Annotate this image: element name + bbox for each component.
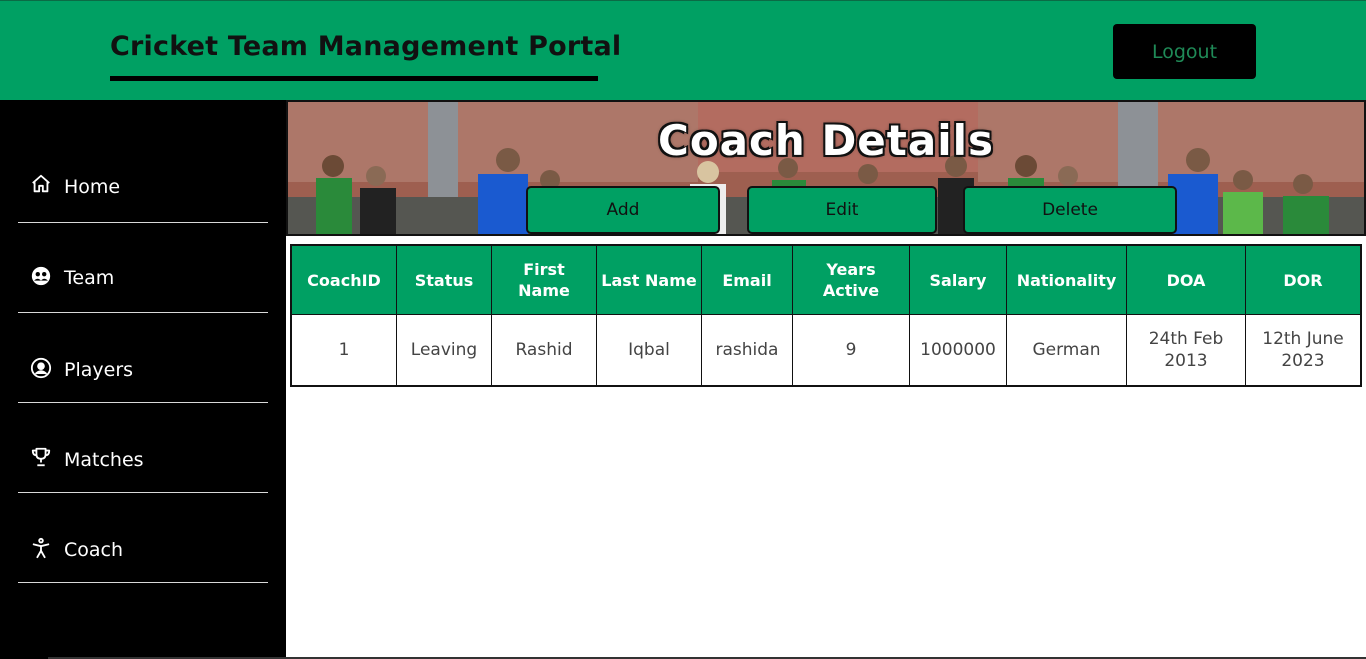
person-icon — [30, 537, 52, 559]
user-circle-icon — [30, 357, 52, 379]
logout-button[interactable]: Logout — [1113, 24, 1256, 79]
banner: Coach Details Add Edit Delete — [286, 100, 1366, 236]
sidebar-item-label: Team — [64, 267, 115, 289]
sidebar: Home Team Players Matches Coach — [0, 100, 286, 659]
banner-title: Coach Details — [658, 116, 994, 165]
column-header: First Name — [491, 244, 597, 315]
table-cell: 1 — [290, 314, 397, 387]
column-header: DOR — [1245, 244, 1362, 315]
trophy-icon — [30, 446, 52, 468]
table-cell: rashida — [701, 314, 793, 387]
sidebar-item-label: Players — [64, 359, 134, 381]
table-cell: 12th June 2023 — [1245, 314, 1362, 387]
table-cell: Leaving — [396, 314, 492, 387]
sidebar-item-label: Coach — [64, 539, 124, 561]
column-header: DOA — [1126, 244, 1246, 315]
table-row[interactable]: 1 Leaving Rashid Iqbal rashida 9 1000000… — [290, 314, 1362, 387]
column-header: Years Active — [792, 244, 910, 315]
sidebar-item-matches[interactable]: Matches — [18, 403, 268, 493]
table-cell: 9 — [792, 314, 910, 387]
sidebar-item-label: Matches — [64, 449, 144, 471]
column-header: Salary — [909, 244, 1007, 315]
sidebar-item-home[interactable]: Home — [18, 133, 268, 223]
header: Cricket Team Management Portal Logout — [0, 0, 1366, 100]
table-cell: 24th Feb 2013 — [1126, 314, 1246, 387]
column-header: Nationality — [1006, 244, 1127, 315]
column-header: Email — [701, 244, 793, 315]
table-cell: 1000000 — [909, 314, 1007, 387]
column-header: Last Name — [596, 244, 702, 315]
coach-table: CoachID Status First Name Last Name Emai… — [290, 244, 1362, 387]
column-header: Status — [396, 244, 492, 315]
sidebar-item-players[interactable]: Players — [18, 313, 268, 403]
sidebar-item-coach[interactable]: Coach — [18, 493, 268, 583]
page-title: Cricket Team Management Portal — [110, 31, 622, 62]
sidebar-item-label: Home — [64, 176, 121, 198]
sidebar-item-team[interactable]: Team — [18, 223, 268, 313]
edit-button[interactable]: Edit — [747, 186, 937, 234]
team-icon — [30, 265, 52, 287]
home-icon — [30, 173, 52, 195]
table-header-row: CoachID Status First Name Last Name Emai… — [290, 244, 1362, 315]
add-button[interactable]: Add — [526, 186, 720, 234]
table-cell: German — [1006, 314, 1127, 387]
title-underline — [110, 76, 598, 81]
delete-button[interactable]: Delete — [963, 186, 1177, 234]
table-cell: Rashid — [491, 314, 597, 387]
table-cell: Iqbal — [596, 314, 702, 387]
column-header: CoachID — [290, 244, 397, 315]
